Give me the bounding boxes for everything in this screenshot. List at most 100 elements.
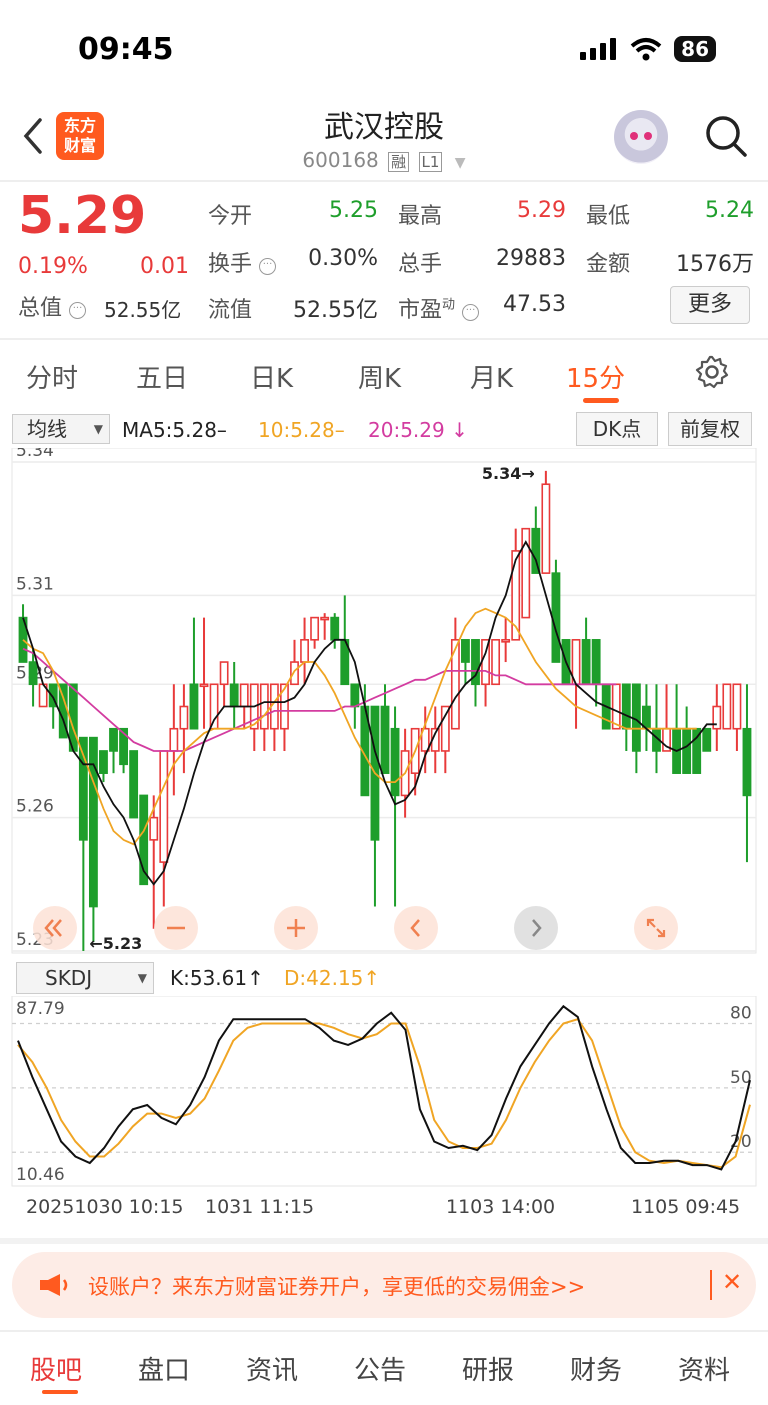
stock-code: 600168	[302, 148, 379, 172]
x-axis-dates: 20251030 10:15 1031 11:15 1103 14:00 110…	[0, 1196, 768, 1224]
current-price: 5.29	[18, 186, 147, 246]
zoom-in-button[interactable]	[274, 906, 318, 950]
adjust-mode-button[interactable]: 前复权	[668, 412, 752, 446]
ma5-value: MA5:5.28–	[122, 418, 227, 442]
tab-news[interactable]: 资讯	[246, 1350, 298, 1387]
candle-body	[742, 727, 752, 797]
fast-back-button[interactable]	[33, 906, 77, 950]
low-value: 5.24	[705, 198, 754, 223]
more-button[interactable]: 更多	[670, 286, 750, 324]
skdj-chart[interactable]: 80502087.7910.46	[0, 996, 768, 1192]
min-price-marker: ←5.23	[89, 934, 142, 953]
candle-body	[109, 727, 118, 752]
ma-legend-row: 均线 ▼ MA5:5.28– 10:5.28– 20:5.29 ↓ DK点 前复…	[0, 412, 768, 448]
candle-body	[300, 639, 309, 663]
zoom-out-button[interactable]	[154, 906, 198, 950]
stock-header: 东方 财富 武汉控股 600168 融 L1 ▼	[0, 96, 768, 180]
bottom-tab-bar: 股吧 盘口 资讯 公告 研报 财务 资料	[0, 1330, 768, 1405]
candle-body	[330, 616, 340, 641]
candle-body	[581, 639, 591, 686]
candle-body	[219, 661, 229, 686]
candlestick-chart[interactable]: 5.345.315.295.265.235.34→←5.23	[0, 448, 768, 958]
info-icon[interactable]: ···	[462, 304, 480, 321]
max-value-label: 87.79	[16, 999, 65, 1019]
settings-gear-icon[interactable]	[694, 354, 730, 390]
candle-body	[682, 727, 692, 774]
close-icon[interactable]: ✕	[722, 1268, 742, 1296]
promo-banner[interactable]: 设账户？来东方财富证券开户，享更低的交易佣金>> ✕	[12, 1252, 756, 1318]
ma-selector[interactable]: 均线 ▼	[12, 414, 110, 444]
avatar-eye-left	[630, 132, 638, 140]
tab-guba[interactable]: 股吧	[30, 1350, 82, 1387]
candle-body	[732, 683, 742, 730]
candle-body	[199, 683, 209, 688]
tab-announcements[interactable]: 公告	[354, 1350, 406, 1387]
amount-value: 1576万	[676, 252, 754, 277]
turnover-label: 换手 ···	[208, 246, 277, 278]
total-value: 52.55亿	[104, 298, 182, 322]
tab-monthly-k[interactable]: 月K	[470, 358, 513, 395]
candle-body	[310, 616, 320, 641]
tab-research[interactable]: 研报	[462, 1350, 514, 1387]
dk-point-button[interactable]: DK点	[576, 412, 658, 446]
candle-body	[320, 616, 330, 621]
candle-body	[722, 683, 732, 730]
volume-label: 总手	[398, 252, 443, 277]
candle-body	[290, 661, 299, 686]
candle-body	[712, 705, 722, 730]
amount-label: 金额	[586, 252, 631, 277]
margin-tag: 融	[388, 152, 410, 172]
quote-panel: 5.29 0.19% 0.01 总值 ··· 52.55亿 今开 5.25 最高…	[0, 182, 768, 340]
tab-five-day[interactable]: 五日	[136, 358, 188, 395]
candle-body	[88, 736, 98, 908]
info-icon[interactable]: ···	[259, 258, 277, 275]
ma20-value-text: 20:5.29	[368, 418, 445, 442]
date-label: 1103 14:00	[446, 1196, 556, 1218]
price-axis-label: 5.31	[16, 574, 54, 594]
next-button[interactable]	[514, 906, 558, 950]
date-label: 1031 11:15	[205, 1196, 315, 1218]
search-icon[interactable]	[704, 114, 748, 158]
tab-daily-k[interactable]: 日K	[250, 358, 293, 395]
high-label: 最高	[398, 204, 443, 229]
candle-body	[491, 639, 501, 686]
fullscreen-button[interactable]	[634, 906, 678, 950]
indicator-selector[interactable]: SKDJ ▼	[16, 962, 154, 994]
battery-level: 86	[674, 36, 716, 62]
status-icons: 86	[580, 36, 716, 62]
plus-icon	[287, 919, 305, 937]
candle-body	[239, 683, 249, 708]
candle-body	[440, 705, 450, 752]
active-bottom-tab-indicator	[42, 1390, 78, 1394]
robot-assistant-avatar[interactable]	[614, 110, 668, 164]
change-amount: 0.01	[140, 254, 189, 279]
pe-value: 47.53	[503, 292, 566, 317]
indicator-row: SKDJ ▼ K:53.61↑ D:42.15↑	[0, 960, 768, 996]
tab-intraday[interactable]: 分时	[26, 358, 78, 395]
tab-profile[interactable]: 资料	[678, 1350, 730, 1387]
megaphone-icon	[40, 1274, 68, 1296]
candle-body	[129, 750, 139, 819]
candle-body	[179, 705, 189, 730]
info-icon[interactable]: ···	[69, 302, 87, 319]
candle-body	[461, 639, 470, 663]
candle-body	[702, 727, 712, 752]
tab-weekly-k[interactable]: 周K	[358, 358, 401, 395]
date-label: 1105 09:45	[631, 1196, 741, 1218]
indicator-selector-label: SKDJ	[45, 966, 93, 990]
candle-body	[229, 683, 239, 708]
d-line	[17, 1018, 751, 1169]
status-time: 09:45	[78, 32, 174, 67]
candle-body	[380, 705, 390, 774]
previous-button[interactable]	[394, 906, 438, 950]
tab-finance[interactable]: 财务	[570, 1350, 622, 1387]
banner-separator	[710, 1270, 712, 1300]
chevron-left-icon	[410, 919, 420, 937]
ma-selector-label: 均线	[27, 417, 67, 441]
tab-pankou[interactable]: 盘口	[138, 1350, 190, 1387]
section-divider	[0, 1238, 768, 1244]
change-percent: 0.19%	[18, 254, 88, 279]
ma10-value: 10:5.28–	[258, 418, 345, 442]
candle-body	[259, 683, 269, 730]
tab-15min[interactable]: 15分	[566, 358, 625, 395]
